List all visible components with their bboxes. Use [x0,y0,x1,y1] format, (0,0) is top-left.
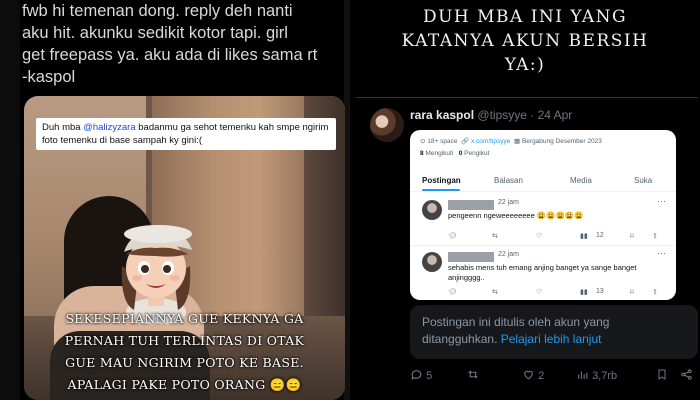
caption-line: APALAGI PAKE POTO ORANG 😑😑 [67,377,302,392]
following-count: 8 [420,150,424,157]
bookmark-icon: ⌑ [630,289,634,296]
profile-tag: 18+ space [427,138,458,145]
like-button[interactable]: 2 [522,368,544,382]
author-name[interactable]: rara kaspol [410,108,474,122]
views-icon: ▮▮ [580,233,588,240]
tab-balasan: Balasan [494,176,523,185]
caption-line: GUE MAU NGIRIM POTO KE BASE. [65,355,304,370]
share-icon: ⇪ [652,233,658,240]
bookmark-icon: ⌑ [630,233,634,240]
tweet-line: aku hit. akunku sedikit kotor tapi. girl [22,24,288,42]
tab-media: Media [570,176,592,185]
tweet-actions: 5 2 3,7rb [410,368,698,386]
active-tab-indicator [422,189,460,191]
tab-suka: Suka [634,176,653,185]
following-label: Mengikuti [425,150,454,157]
caption-text: Duh mba [42,122,84,133]
left-tweet-text: fwb hi temenan dong. reply deh nanti aku… [22,0,342,88]
share-icon: ⇪ [652,289,658,296]
profile-meta-row: ⊙ 18+ space 🔗 x.com/tipsyye ▦ Bergabung … [420,137,602,145]
avatar [422,252,442,272]
caption-mention: @halizyzara [83,122,136,133]
post-actions: 💬︎ ⇆ ♡ ▮▮ 13 ⌑ ⇪ [448,288,666,298]
calendar-icon: ▦ [513,138,521,145]
retweet-icon [468,370,478,379]
headline-line: DUH MBA INI YANG [422,7,628,27]
post-time: 22 jam [498,251,520,258]
retweet-icon: ⇆ [492,233,498,240]
post-text: sehabis mens tuh emang anjing banget ya … [448,263,637,282]
learn-more-link[interactable]: Pelajari lebih lanjut [501,332,602,346]
profile-follow-row: 8 Mengikuti 0 Pengikut [420,150,489,157]
profile-tabs: Postingan Balasan Media Suka [410,170,676,192]
caption-line: PERNAH TUH TERLINTAS DI OTAK [64,333,305,348]
views-count: 13 [596,288,604,295]
retweet-button[interactable] [466,368,480,382]
followers-count: 0 [458,150,463,157]
tweet-line: -kaspol [22,68,76,86]
list-item: 22 jam ··· sehabis mens tuh emang anjing… [410,246,676,298]
avatar [422,200,442,220]
tab-postingan: Postingan [422,176,461,185]
like-count: 2 [538,370,545,382]
suspended-notice: Postingan ini ditulis oleh akun yang dit… [410,305,698,359]
profile-link: x.com/tipsyye [470,138,511,145]
meta-separator: · [530,108,535,122]
reply-icon: 💬︎ [448,233,457,240]
redacted-name [448,200,494,210]
more-icon: ··· [657,196,666,206]
divider [356,97,698,98]
share-button[interactable] [680,368,693,382]
like-icon: ♡ [536,289,543,296]
like-icon [524,370,533,380]
embedded-profile-screenshot[interactable]: ⊙ 18+ space 🔗 x.com/tipsyye ▦ Bergabung … [410,130,676,300]
photo-caption-bottom: SEKESEPIANNYA GUE KEKNYA GA PERNAH TUH T… [28,308,341,396]
reply-count: 5 [426,370,433,382]
views-icon: ▮▮ [580,289,588,296]
tweet-photo[interactable]: Duh mba @halizyzara badanmu ga sehot tem… [24,96,345,400]
avatar[interactable] [370,108,404,142]
views-count: 12 [596,232,604,239]
reply-button[interactable]: 5 [410,368,432,382]
caption-line: SEKESEPIANNYA GUE KEKNYA GA [65,311,304,326]
post-actions: 💬︎ ⇆ ♡ ▮▮ 12 ⌑ ⇪ [448,232,666,242]
tweet-line: get freepass ya. aku ada di likes sama r… [22,46,318,64]
followers-label: Pengikut [464,150,490,157]
reply-icon: 💬︎ [448,289,457,296]
bookmark-icon [658,369,666,380]
headline-line: YA:) [504,55,546,75]
views-icon [578,371,588,379]
author-handle[interactable]: @tipsyye [477,108,527,122]
bookmark-button[interactable] [656,368,668,382]
memoji-sticker-icon [121,225,192,324]
headline-line: KATANYA AKUN BERSIH [401,31,649,51]
retweet-icon: ⇆ [492,289,498,296]
photo-caption-top: Duh mba @halizyzara badanmu ga sehot tem… [36,118,336,150]
share-icon [681,369,692,380]
post-text: pengeenn ngeweeeeeeee 😩😩😩😩😩 [448,211,584,220]
left-edge [0,0,20,400]
headline-text: DUH MBA INI YANG KATANYA AKUN BERSIH YA:… [350,5,700,77]
reply-icon [411,370,422,380]
author-line: rara kaspol @tipsyye · 24 Apr [410,108,572,122]
more-icon: ··· [657,248,666,258]
like-icon: ♡ [536,233,543,240]
post-date[interactable]: 24 Apr [538,108,573,122]
list-item: 22 jam ··· pengeenn ngeweeeeeeee 😩😩😩😩😩 💬… [410,194,676,246]
post-time: 22 jam [498,199,520,206]
redacted-name [448,252,494,262]
views-count: 3,7rb [592,370,618,382]
tweet-line: fwb hi temenan dong. reply deh nanti [22,2,293,20]
link-icon: 🔗 [461,138,470,145]
tag-icon: ⊙ [420,138,426,145]
profile-joined: Bergabung Desember 2023 [521,138,602,145]
right-panel: DUH MBA INI YANG KATANYA AKUN BERSIH YA:… [350,0,700,400]
left-panel: fwb hi temenan dong. reply deh nanti aku… [0,0,350,400]
views-button[interactable]: 3,7rb [576,368,617,382]
